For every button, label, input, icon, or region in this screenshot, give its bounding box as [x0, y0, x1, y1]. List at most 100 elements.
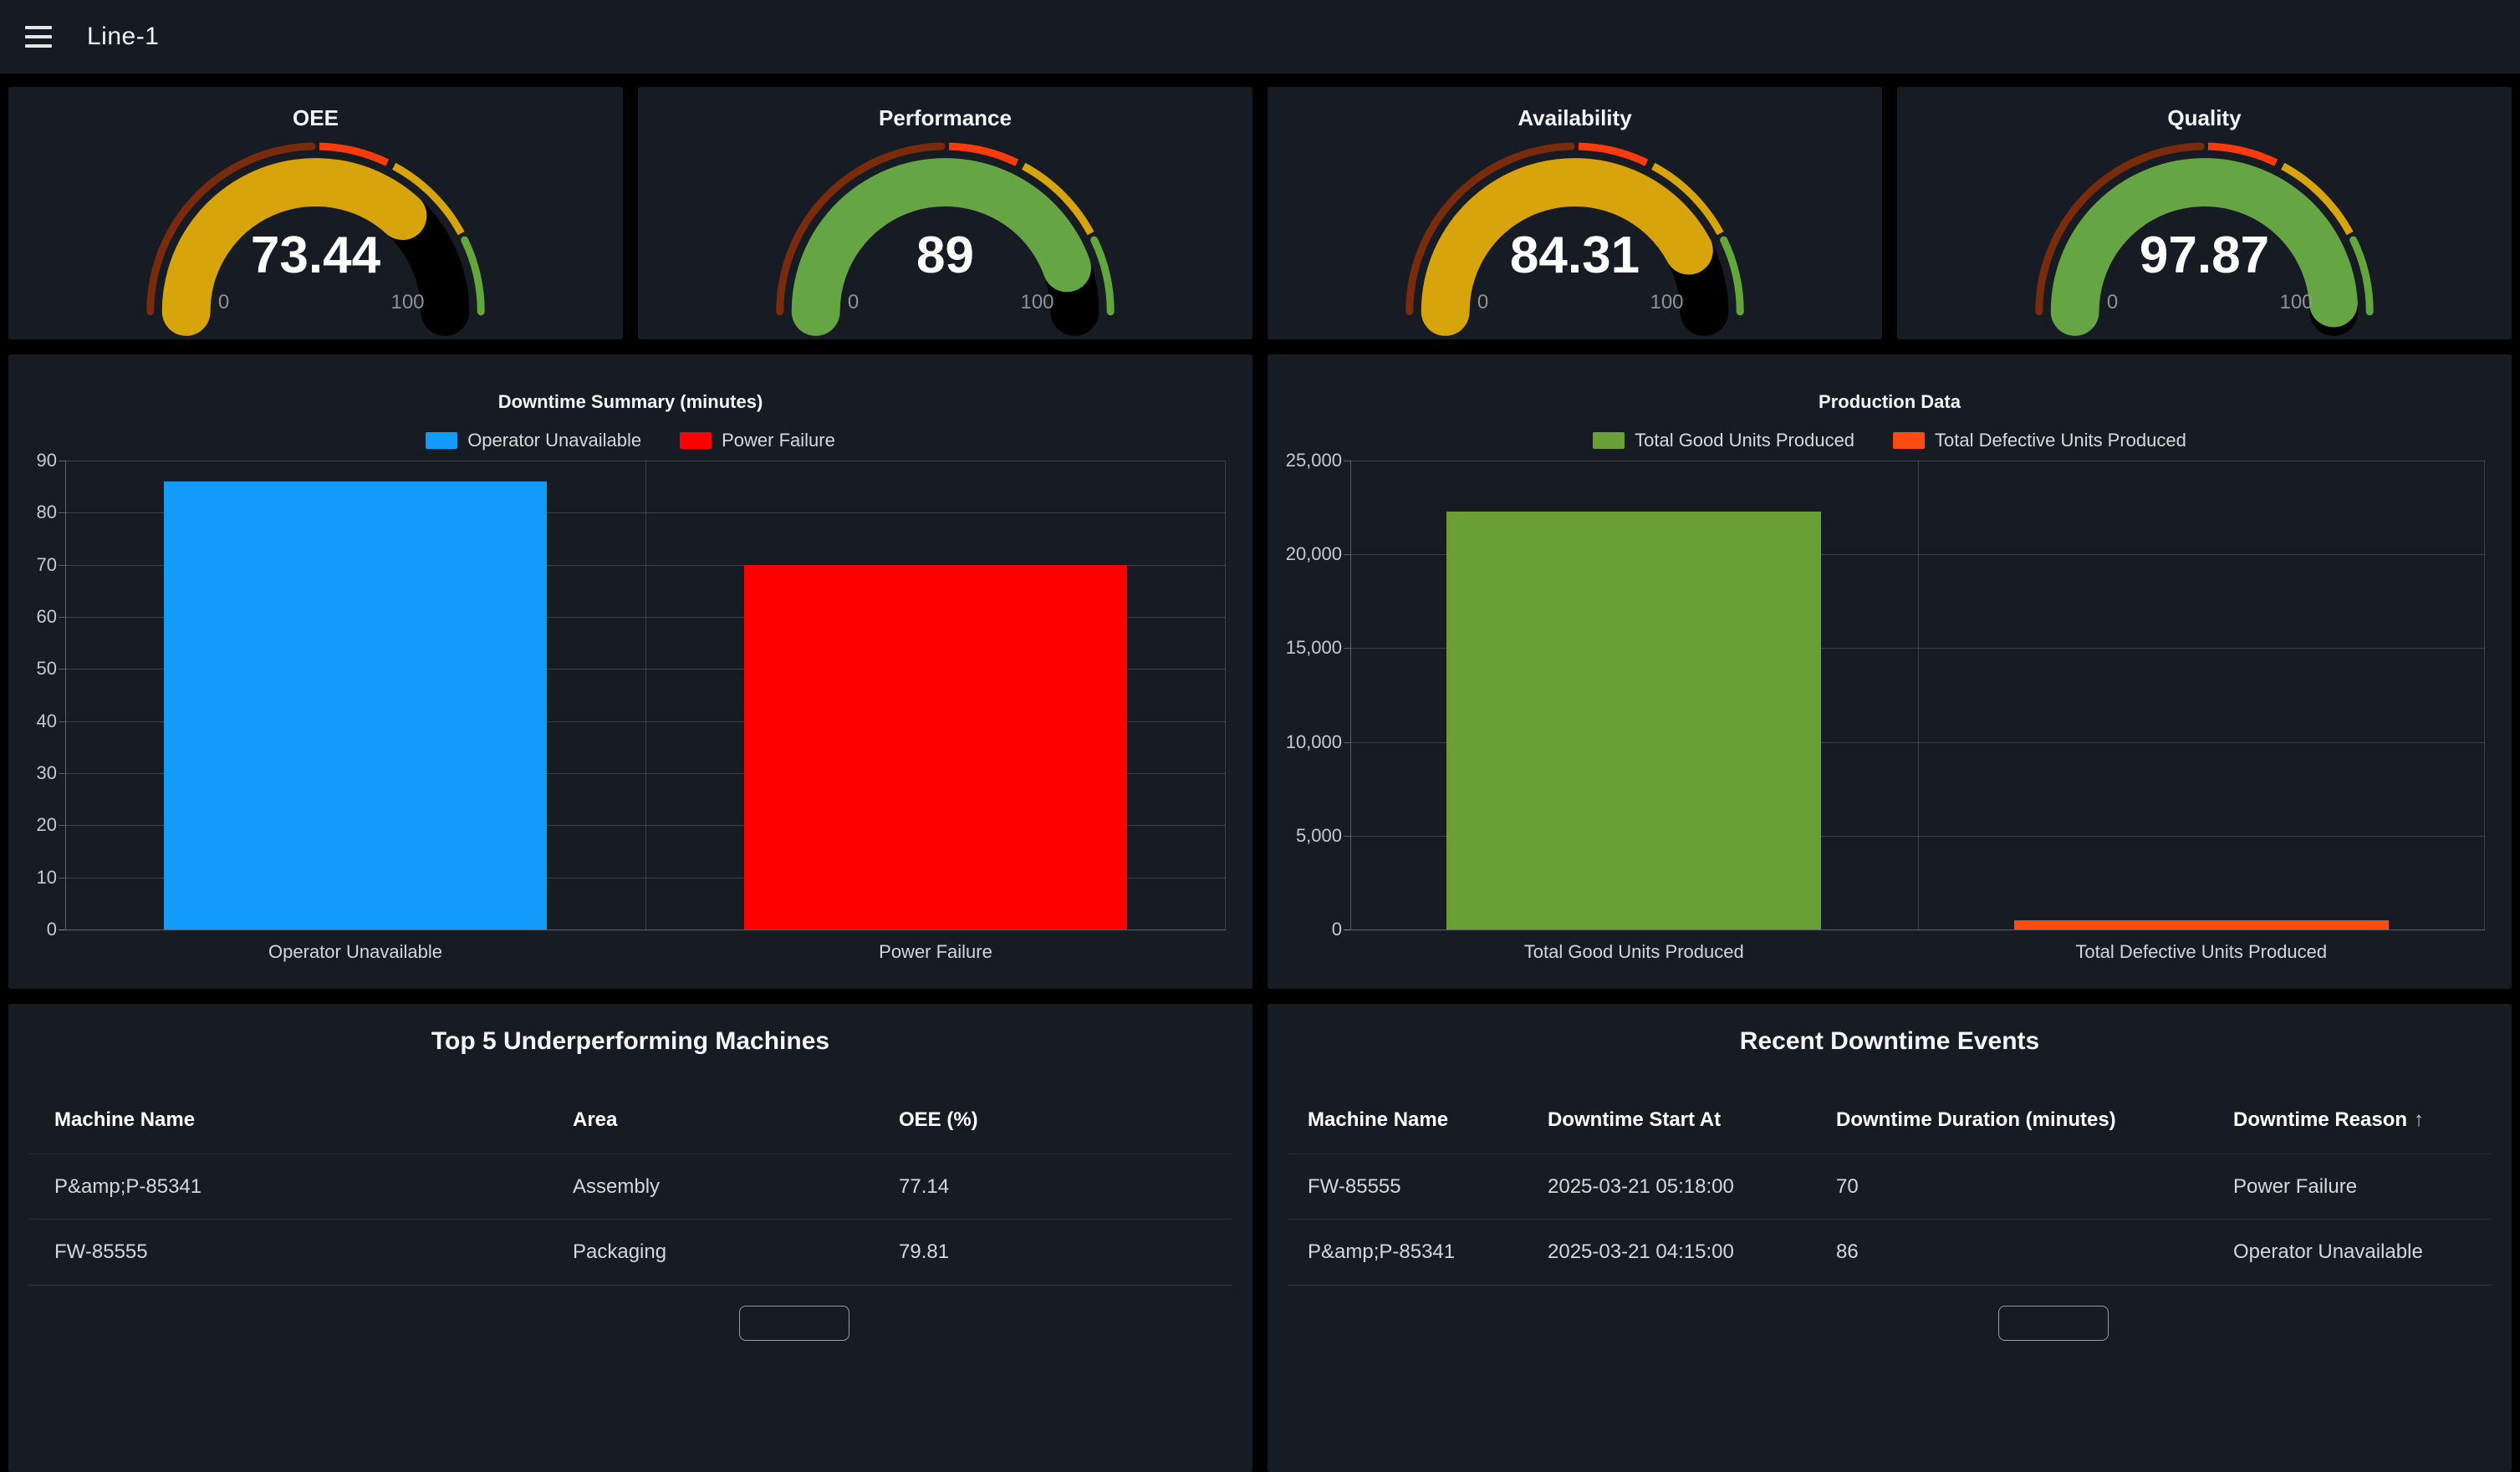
pagination-button[interactable]: [739, 1306, 849, 1341]
panel-title: Downtime Summary (minutes): [8, 391, 1252, 413]
column-header-downtime-reason[interactable]: Downtime Reason↑: [2233, 1108, 2492, 1132]
pagination-button[interactable]: [1998, 1306, 2109, 1341]
y-axis-tick-label: 70: [8, 554, 57, 576]
cell-downtime-reason: Power Failure: [2233, 1175, 2492, 1199]
y-axis-tick: [59, 825, 65, 826]
table-row: Top 5 Underperforming Machines Machine N…: [8, 1004, 2512, 1472]
underperforming-machines-table: Machine Name Area OEE (%) P&amp;P-85341 …: [28, 1087, 1232, 1284]
table-header-row: Machine Name Area OEE (%): [28, 1087, 1232, 1154]
column-header-area[interactable]: Area: [573, 1108, 899, 1132]
bar-power-failure: [744, 565, 1127, 930]
gauge-value: 73.44: [8, 226, 623, 285]
x-axis-category-label: Total Defective Units Produced: [1918, 941, 2486, 963]
legend-item-defective-units[interactable]: Total Defective Units Produced: [1893, 430, 2186, 451]
cell-machine-name: P&amp;P-85341: [54, 1175, 573, 1199]
cell-downtime-start: 2025-03-21 05:18:00: [1548, 1175, 1836, 1199]
production-data-plot: 05,00010,00015,00020,00025,000Total Good…: [1350, 461, 2485, 930]
cell-oee: 77.14: [899, 1175, 1232, 1199]
gauge-max-label: 100: [1642, 291, 1692, 314]
cell-area: Assembly: [573, 1175, 899, 1199]
gauge-min-label: 0: [837, 291, 870, 314]
gauge-max-label: 100: [1013, 291, 1063, 314]
gauge-panel-availability: Availability 84.31 0 100: [1268, 87, 1882, 339]
y-axis-tick-label: 0: [8, 919, 57, 940]
plot-right-border: [1225, 461, 1226, 930]
downtime-summary-panel: Downtime Summary (minutes) Operator Unav…: [8, 354, 1252, 989]
x-axis-category-label: Total Good Units Produced: [1350, 941, 1918, 963]
y-axis-tick: [59, 512, 65, 513]
y-axis-tick-label: 5,000: [1268, 825, 1342, 847]
y-axis-line: [1350, 461, 1351, 930]
column-header-oee[interactable]: OEE (%): [899, 1108, 1232, 1132]
y-axis-tick-label: 20,000: [1268, 543, 1342, 565]
cell-machine-name: P&amp;P-85341: [1308, 1240, 1548, 1264]
gauge-value: 97.87: [1897, 226, 2512, 285]
gauge-availability: [1268, 87, 1882, 339]
gauge-oee: [8, 87, 623, 339]
y-axis-tick-label: 0: [1268, 919, 1342, 940]
legend-item-power-failure[interactable]: Power Failure: [680, 430, 835, 451]
plot-right-border: [2484, 461, 2485, 930]
cell-machine-name: FW-85555: [1308, 1175, 1548, 1199]
legend-label: Total Good Units Produced: [1635, 430, 1854, 451]
cell-downtime-duration: 70: [1836, 1175, 2233, 1199]
gauge-min-label: 0: [207, 291, 241, 314]
table-divider: [28, 1285, 1232, 1286]
legend-swatch: [1593, 432, 1625, 449]
cell-machine-name: FW-85555: [54, 1240, 573, 1264]
table-row[interactable]: P&amp;P-85341 Assembly 77.14: [28, 1154, 1232, 1219]
panel-title: Top 5 Underperforming Machines: [8, 1027, 1252, 1056]
underperforming-machines-panel: Top 5 Underperforming Machines Machine N…: [8, 1004, 1252, 1472]
y-axis-tick-label: 50: [8, 658, 57, 680]
panel-title: Production Data: [1268, 391, 2512, 413]
gauge-quality: [1897, 87, 2512, 339]
legend-label: Operator Unavailable: [467, 430, 641, 451]
gauge-value: 84.31: [1268, 226, 1882, 285]
y-axis-line: [65, 461, 66, 930]
y-axis-tick: [59, 878, 65, 879]
y-axis-tick-label: 40: [8, 711, 57, 732]
legend-item-operator-unavailable[interactable]: Operator Unavailable: [426, 430, 641, 451]
cell-downtime-reason: Operator Unavailable: [2233, 1240, 2492, 1264]
column-header-downtime-duration[interactable]: Downtime Duration (minutes): [1836, 1108, 2233, 1132]
y-axis-tick: [59, 773, 65, 774]
table-row[interactable]: P&amp;P-85341 2025-03-21 04:15:00 86 Ope…: [1288, 1219, 2492, 1284]
gauge-value: 89: [638, 226, 1252, 285]
menu-icon[interactable]: [25, 26, 52, 48]
gauge-panel-quality: Quality 97.87 0 100: [1897, 87, 2512, 339]
cell-area: Packaging: [573, 1240, 899, 1264]
legend-swatch: [680, 432, 712, 449]
column-header-machine-name[interactable]: Machine Name: [1308, 1108, 1548, 1132]
gauge-panel-performance: Performance 89 0 100: [638, 87, 1252, 339]
cell-downtime-start: 2025-03-21 04:15:00: [1548, 1240, 1836, 1264]
y-axis-tick-label: 30: [8, 762, 57, 784]
downtime-summary-plot: 0102030405060708090Operator UnavailableP…: [65, 461, 1226, 930]
bar-operator-unavailable: [164, 481, 547, 930]
vertical-gridline: [1918, 461, 1919, 930]
recent-downtime-events-panel: Recent Downtime Events Machine Name Down…: [1268, 1004, 2512, 1472]
y-axis-tick: [1344, 554, 1350, 555]
bar-total-defective-units-produced: [2014, 920, 2389, 930]
y-axis-tick: [59, 669, 65, 670]
y-axis-tick-label: 10,000: [1268, 731, 1342, 753]
legend-label: Total Defective Units Produced: [1935, 430, 2186, 451]
legend-swatch: [1893, 432, 1925, 449]
y-axis-tick-label: 20: [8, 814, 57, 836]
table-row[interactable]: FW-85555 2025-03-21 05:18:00 70 Power Fa…: [1288, 1154, 2492, 1219]
table-row[interactable]: FW-85555 Packaging 79.81: [28, 1219, 1232, 1284]
table-divider: [1288, 1285, 2492, 1286]
legend-swatch: [426, 432, 457, 449]
sort-ascending-icon: ↑: [2414, 1108, 2424, 1131]
production-data-panel: Production Data Total Good Units Produce…: [1268, 354, 2512, 989]
y-axis-tick: [1344, 648, 1350, 649]
gauge-performance: [638, 87, 1252, 339]
y-axis-tick-label: 10: [8, 867, 57, 889]
column-header-machine-name[interactable]: Machine Name: [54, 1108, 573, 1132]
column-header-downtime-start[interactable]: Downtime Start At: [1548, 1108, 1836, 1132]
y-axis-tick-label: 25,000: [1268, 450, 1342, 471]
gauge-panel-oee: OEE 73.44 0 100: [8, 87, 623, 339]
dashboard-body: OEE 73.44 0 100 Performance 89 0 100 Ava…: [0, 74, 2520, 1472]
cell-downtime-duration: 86: [1836, 1240, 2233, 1264]
legend-item-good-units[interactable]: Total Good Units Produced: [1593, 430, 1854, 451]
y-axis-tick: [1344, 836, 1350, 837]
